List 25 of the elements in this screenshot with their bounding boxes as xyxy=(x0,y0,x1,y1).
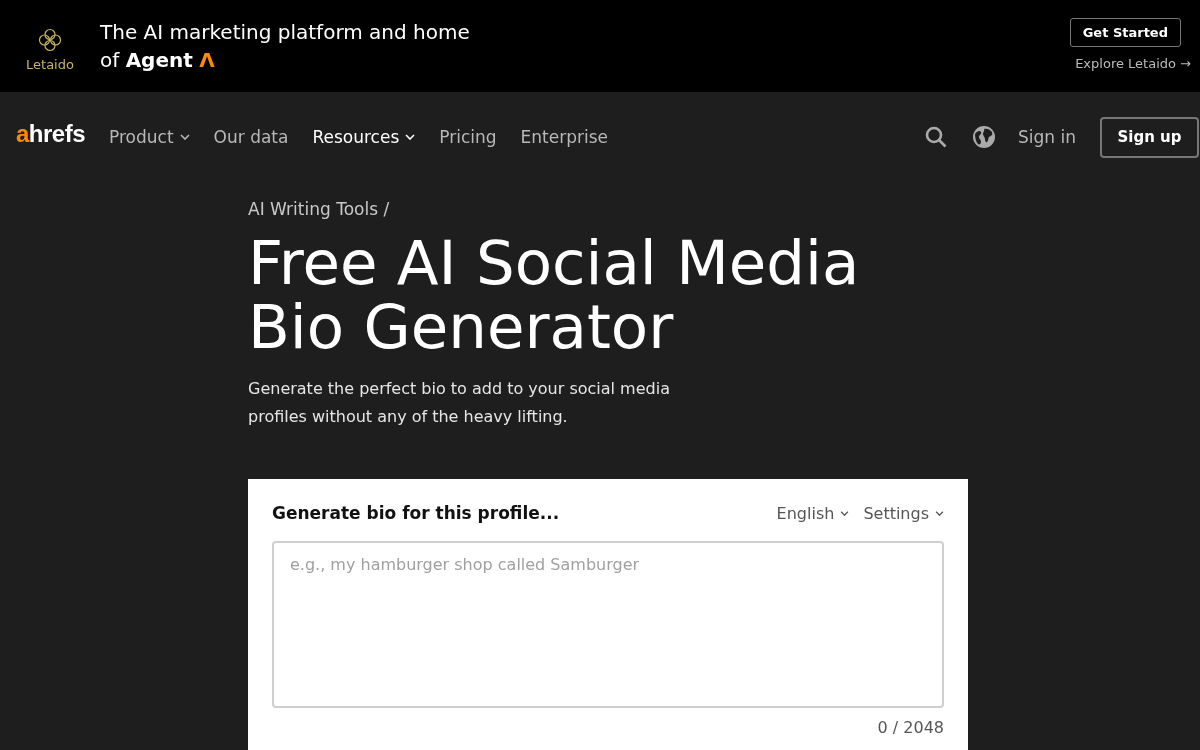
flower-logo-icon xyxy=(38,27,62,52)
breadcrumb-link[interactable]: AI Writing Tools / xyxy=(248,199,390,219)
form-heading: Generate bio for this profile... xyxy=(272,503,560,523)
sign-in-link[interactable]: Sign in xyxy=(1018,127,1076,147)
character-counter: 0 / 2048 xyxy=(877,718,944,737)
brand-logo-text: Letaido xyxy=(26,57,74,71)
nav-link[interactable]: Product xyxy=(109,127,190,147)
site-logo[interactable]: ahrefs xyxy=(16,120,86,148)
globe-icon[interactable] xyxy=(972,125,996,149)
chevron-down-icon xyxy=(935,510,944,516)
nav-link[interactable]: Pricing xyxy=(439,127,497,147)
nav-link[interactable]: Enterprise xyxy=(520,127,609,147)
search-icon[interactable] xyxy=(925,126,947,148)
language-dropdown[interactable]: English xyxy=(776,503,850,523)
page-title: Free AI Social Media Bio Generator xyxy=(248,231,861,359)
bio-input-field[interactable]: e.g., my hamburger shop called Samburger xyxy=(272,541,944,708)
banner-headline: The AI marketing platform and home of Agent Λ xyxy=(100,19,471,74)
nav-link[interactable]: Resources xyxy=(312,127,416,147)
settings-dropdown[interactable]: Settings xyxy=(863,503,944,523)
nav-link[interactable]: Our data xyxy=(213,127,289,147)
explore-link[interactable]: Explore Letaido → xyxy=(1075,55,1191,71)
get-started-button[interactable]: Get Started xyxy=(1069,17,1181,47)
sign-up-button[interactable]: Sign up xyxy=(1100,116,1199,158)
page-subtitle: Generate the perfect bio to add to your social media profiles without any of the heavy lifting. xyxy=(248,378,671,428)
chevron-down-icon xyxy=(840,510,850,516)
